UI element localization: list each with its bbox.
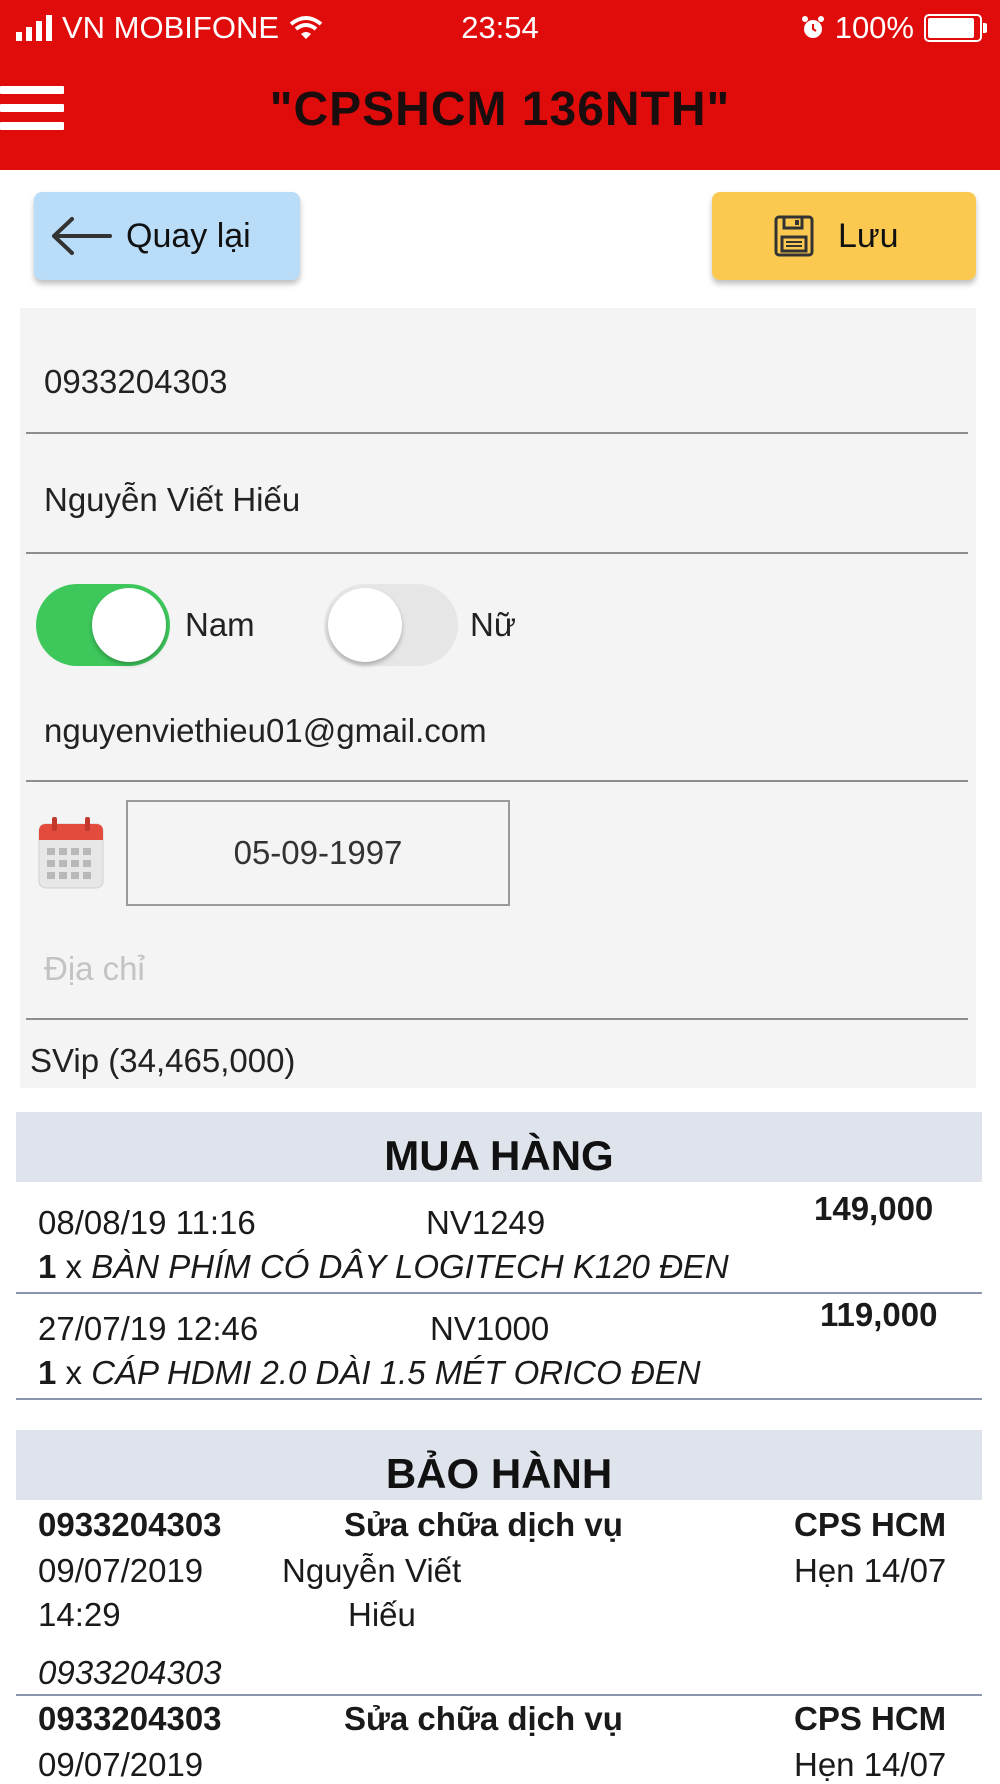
warranty-service: Sửa chữa dịch vụ <box>344 1700 623 1737</box>
divider <box>26 1018 968 1020</box>
purchase-qty: 1 <box>38 1248 57 1285</box>
gender-male-toggle[interactable] <box>36 584 170 666</box>
save-button-label: Lưu <box>838 216 899 255</box>
warranty-appointment: Hẹn 14/07 <box>794 1552 947 1589</box>
warranty-contact: 0933204303 <box>38 1654 222 1691</box>
app-header: VN MOBIFONE 23:54 100% "CPSHCM 136NTH" <box>0 0 1000 170</box>
battery-icon <box>924 14 987 42</box>
purchase-product: BÀN PHÍM CÓ DÂY LOGITECH K120 ĐEN <box>91 1248 729 1285</box>
name-field[interactable]: Nguyễn Viết Hiếu <box>44 481 300 519</box>
warranty-customer: Hiếu <box>348 1596 416 1633</box>
warranty-date: 09/07/2019 <box>38 1746 204 1783</box>
purchase-qty: 1 <box>38 1354 57 1391</box>
purchase-product: CÁP HDMI 2.0 DÀI 1.5 MÉT ORICO ĐEN <box>91 1354 701 1391</box>
birthdate-value: 05-09-1997 <box>233 834 403 871</box>
membership-tier: SVip (34,465,000) <box>30 1042 296 1079</box>
purchase-qty-separator: x <box>65 1248 83 1285</box>
status-bar: VN MOBIFONE 23:54 100% <box>0 0 1000 56</box>
warranty-service: Sửa chữa dịch vụ <box>344 1506 623 1543</box>
page-title: "CPSHCM 136NTH" <box>269 83 731 136</box>
battery-percent: 100% <box>834 10 914 45</box>
calendar-icon[interactable] <box>38 816 104 890</box>
back-button-label: Quay lại <box>126 216 251 255</box>
divider <box>16 1292 982 1294</box>
warranty-customer: Nguyễn Viết <box>282 1552 462 1589</box>
purchase-staff: NV1000 <box>430 1310 550 1347</box>
warranty-date: 09/07/2019 <box>38 1552 204 1589</box>
warranty-time: 14:29 <box>38 1596 121 1633</box>
warranty-store: CPS HCM <box>794 1700 947 1737</box>
purchases-header: MUA HÀNG <box>16 1112 982 1182</box>
purchase-amount: 149,000 <box>814 1190 934 1227</box>
back-button[interactable]: Quay lại <box>34 192 300 280</box>
arrow-left-icon <box>52 217 112 255</box>
save-button[interactable]: Lưu <box>712 192 976 280</box>
gender-female-label: Nữ <box>470 606 516 643</box>
divider <box>26 552 968 554</box>
warranty-appointment: Hẹn 14/07 <box>794 1746 947 1783</box>
warranty-header: BẢO HÀNH <box>16 1430 982 1500</box>
address-field[interactable]: Địa chỉ <box>44 950 145 988</box>
alarm-icon <box>801 16 824 38</box>
purchase-amount: 119,000 <box>820 1296 938 1333</box>
warranty-phone: 0933204303 <box>38 1700 222 1737</box>
floppy-disk-icon <box>774 215 814 257</box>
customer-form: 0933204303 Nguyễn Viết Hiếu Nam Nữ nguye… <box>20 308 976 1088</box>
divider <box>26 432 968 434</box>
purchase-qty-separator: x <box>65 1354 83 1391</box>
phone-field[interactable]: 0933204303 <box>44 363 228 401</box>
birthdate-field[interactable]: 05-09-1997 <box>126 800 510 906</box>
divider <box>16 1398 982 1400</box>
warranty-store: CPS HCM <box>794 1506 947 1543</box>
purchase-staff: NV1249 <box>426 1204 546 1241</box>
purchase-datetime: 27/07/19 12:46 <box>38 1310 259 1347</box>
divider <box>26 780 968 782</box>
gender-female-toggle[interactable] <box>324 584 458 666</box>
warranty-phone: 0933204303 <box>38 1506 222 1543</box>
purchase-datetime: 08/08/19 11:16 <box>38 1204 256 1241</box>
divider <box>16 1694 982 1696</box>
email-field[interactable]: nguyenviethieu01@gmail.com <box>44 712 487 750</box>
gender-male-label: Nam <box>185 606 255 643</box>
